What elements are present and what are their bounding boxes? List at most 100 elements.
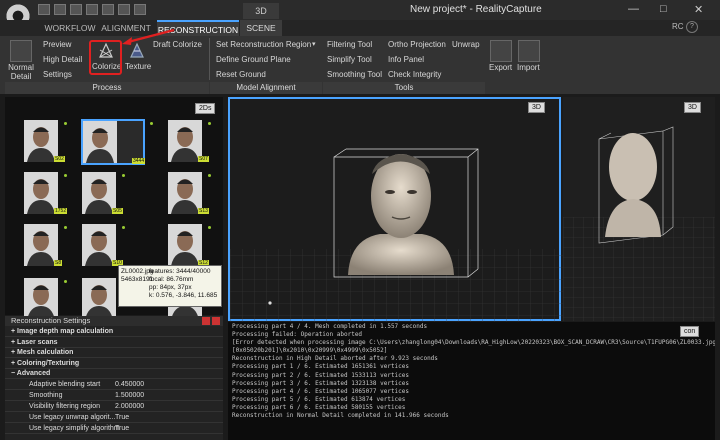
console-badge[interactable]: con: [680, 326, 700, 337]
ortho-projection-button[interactable]: Ortho Projection: [388, 40, 446, 49]
undo-icon[interactable]: [86, 4, 98, 15]
image-thumbnail[interactable]: [168, 120, 202, 162]
minimize-button[interactable]: —: [628, 3, 639, 15]
close-button[interactable]: ✕: [694, 3, 703, 16]
setting-value[interactable]: 1.500000: [115, 392, 144, 399]
export-button[interactable]: Export: [489, 63, 512, 72]
scene-3d-right: [563, 126, 715, 321]
view-3d-right-badge[interactable]: 3D: [684, 102, 701, 113]
import-button[interactable]: Import: [517, 63, 540, 72]
tab-workflow[interactable]: WORKFLOW: [44, 20, 96, 36]
image-info-tooltip: ZL0002.jpg features: 3444/40000 5463x819…: [118, 265, 222, 307]
settings-title: Reconstruction Settings: [5, 316, 223, 326]
setting-value[interactable]: True: [115, 425, 129, 432]
settings-row[interactable]: Visibility filtering region: [5, 402, 223, 412]
model-eye-left: [385, 190, 395, 194]
model-torso-right: [605, 199, 661, 237]
normal-detail-button[interactable]: Normal Detail: [6, 63, 36, 81]
set-reconstruction-region-button[interactable]: Set Reconstruction Region: [216, 40, 311, 49]
high-detail-button[interactable]: High Detail: [43, 55, 82, 64]
tooltip-k: k: 0.576, -3.846, 11.685: [149, 292, 218, 299]
settings-section[interactable]: + Laser scans: [5, 338, 223, 348]
texture-button[interactable]: Texture: [125, 62, 151, 71]
face-thumbnail-icon: [82, 172, 116, 214]
unwrap-button[interactable]: Unwrap: [452, 40, 480, 49]
panel-2d-badge[interactable]: 2Ds: [195, 103, 216, 114]
settings-section[interactable]: + Mesh calculation: [5, 348, 223, 358]
settings-row[interactable]: Adaptive blending start: [5, 380, 223, 390]
settings-section[interactable]: + Coloring/Texturing: [5, 359, 223, 369]
console-line: Processing part 6 / 6. Estimated 580155 …: [232, 403, 406, 411]
settings-section[interactable]: − Advanced: [5, 369, 223, 379]
chevron-down-icon[interactable]: ▾: [312, 40, 316, 48]
settings-section-label: Laser scans: [17, 338, 58, 346]
settings-section[interactable]: + Image depth map calculation: [5, 327, 223, 337]
tooltip-pp: pp: 84px, 37px: [149, 284, 192, 291]
settings-row[interactable]: Use legacy simplify algorithm: [5, 424, 223, 434]
group-tools: Tools: [323, 82, 485, 94]
new-project-icon[interactable]: [38, 4, 50, 15]
annotation-arrow: [122, 28, 175, 45]
simplify-tool-button[interactable]: Simplify Tool: [327, 55, 372, 64]
alignment-status-icon: [64, 174, 67, 177]
image-thumbnail[interactable]: [82, 278, 116, 320]
smoothing-tool-button[interactable]: Smoothing Tool: [327, 70, 382, 79]
reset-ground-button[interactable]: Reset Ground: [216, 70, 266, 79]
grid-icon[interactable]: [118, 4, 130, 15]
image-thumbnail[interactable]: [82, 172, 116, 214]
image-thumbnail[interactable]: [24, 120, 58, 162]
expand-icon[interactable]: +: [11, 360, 15, 367]
thumbnail-feature-badge: S05: [112, 208, 123, 214]
preview-button[interactable]: Preview: [43, 40, 71, 49]
setting-value[interactable]: True: [115, 414, 129, 421]
image-thumbnail[interactable]: [24, 224, 58, 266]
user-badge[interactable]: RC: [672, 22, 684, 31]
info-panel-button[interactable]: Info Panel: [388, 55, 424, 64]
face-thumbnail-icon: [168, 224, 202, 266]
image-thumbnail[interactable]: [24, 278, 58, 320]
image-thumbnail[interactable]: [24, 172, 58, 214]
help-icon[interactable]: ?: [686, 21, 698, 33]
redo-icon[interactable]: [102, 4, 114, 15]
secondary-3d-view[interactable]: [563, 97, 715, 321]
pin-icon[interactable]: [202, 317, 210, 325]
expand-icon[interactable]: +: [11, 349, 15, 356]
console-line: [Error detected when processing image C:…: [232, 339, 715, 347]
expand-icon[interactable]: −: [11, 370, 15, 377]
settings-row[interactable]: Use legacy unwrap algorit...: [5, 413, 223, 423]
console-line: Reconstruction in Normal Detail complete…: [232, 412, 449, 420]
main-3d-view[interactable]: [228, 97, 563, 323]
face-thumbnail-icon: [82, 224, 116, 266]
face-thumbnail-icon: [24, 278, 58, 320]
tab-scene[interactable]: SCENE: [240, 20, 282, 36]
expand-icon[interactable]: +: [11, 328, 15, 335]
image-thumbnail[interactable]: [168, 224, 202, 266]
setting-value[interactable]: 0.450000: [115, 381, 144, 388]
settings-row[interactable]: Smoothing: [5, 391, 223, 401]
image-thumbnail[interactable]: [168, 172, 202, 214]
check-integrity-button[interactable]: Check Integrity: [388, 70, 441, 79]
import-icon[interactable]: [518, 40, 540, 62]
filtering-tool-button[interactable]: Filtering Tool: [327, 40, 372, 49]
view-3d-badge[interactable]: 3D: [528, 102, 545, 113]
face-thumbnail-icon: [82, 278, 116, 320]
console-log[interactable]: Processing part 4 / 4. Mesh completed in…: [228, 322, 715, 440]
layout-icon[interactable]: [134, 4, 146, 15]
model-torso: [348, 234, 454, 275]
settings-section-label: Coloring/Texturing: [17, 359, 80, 367]
define-ground-plane-button[interactable]: Define Ground Plane: [216, 55, 291, 64]
normal-detail-icon[interactable]: [10, 40, 32, 62]
image-thumbnail[interactable]: [82, 224, 116, 266]
settings-button[interactable]: Settings: [43, 70, 72, 79]
alignment-status-icon: [64, 226, 67, 229]
open-project-icon[interactable]: [54, 4, 66, 15]
export-icon[interactable]: [490, 40, 512, 62]
save-icon[interactable]: [70, 4, 82, 15]
expand-icon[interactable]: +: [11, 339, 15, 346]
layout-3d-tab[interactable]: 3D: [243, 3, 279, 19]
setting-value[interactable]: 2.000000: [115, 403, 144, 410]
panel-close-icon[interactable]: [212, 317, 220, 325]
setting-name: Visibility filtering region: [29, 402, 101, 410]
maximize-button[interactable]: □: [660, 3, 667, 15]
ribbon-divider: [209, 38, 210, 80]
